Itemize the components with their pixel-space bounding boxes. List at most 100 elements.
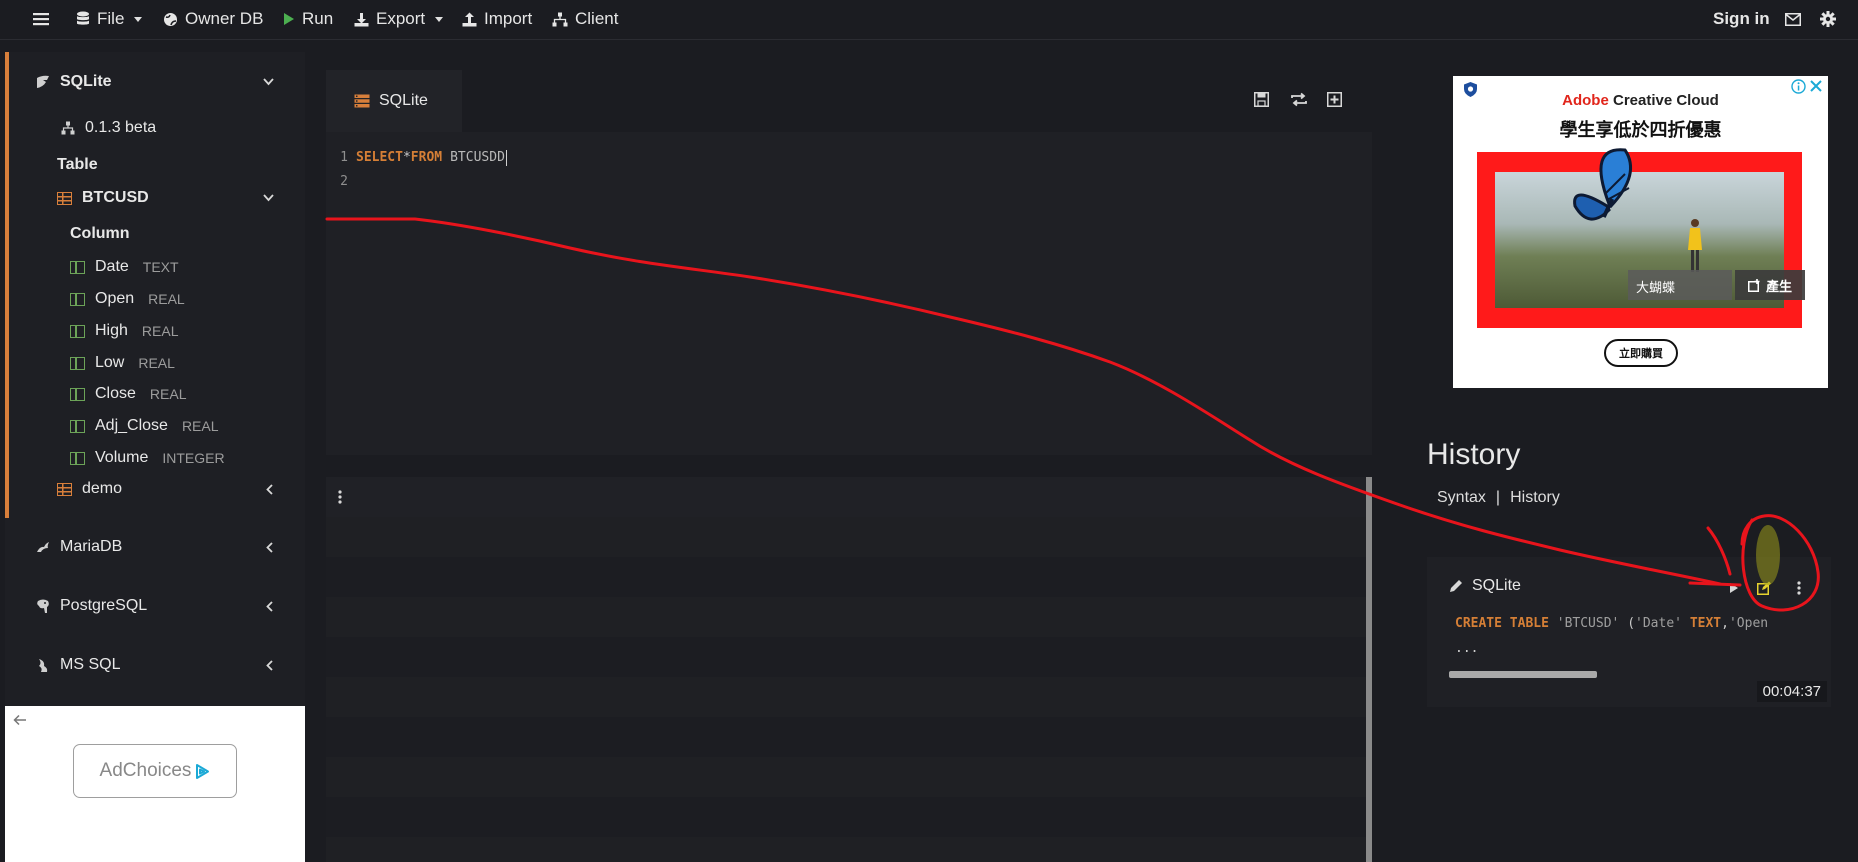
sidebar-item-table-demo[interactable]: demo: [57, 480, 294, 498]
sidebar-item-postgresql[interactable]: PostgreSQL: [36, 597, 294, 615]
sqlite-label: SQLite: [60, 73, 112, 90]
ad-close-icon[interactable]: [1810, 80, 1822, 92]
ad-panel-right[interactable]: Adobe Creative Cloud 學生享低於四折優惠 大蝴蝶 產生 立即…: [1453, 76, 1828, 388]
column-item-volume[interactable]: Volume INTEGER: [70, 449, 225, 467]
column-item-high[interactable]: High REAL: [70, 322, 178, 340]
client-button[interactable]: Client: [552, 8, 618, 30]
history-entry-time: 00:04:37: [1756, 681, 1827, 702]
chevron-down-icon: [435, 16, 444, 22]
edit-icon[interactable]: [1757, 581, 1772, 595]
results-header: [326, 477, 1372, 517]
results-panel: [326, 477, 1372, 862]
feather-icon: [37, 75, 49, 88]
adchoices-button[interactable]: AdChoices: [73, 744, 237, 798]
line-number: 2: [340, 174, 348, 189]
ad-landscape-image: 大蝴蝶 產生: [1495, 148, 1805, 308]
run-button[interactable]: Run: [283, 8, 333, 30]
server-icon: [354, 94, 370, 108]
column-type: REAL: [181, 418, 219, 434]
import-button[interactable]: Import: [462, 8, 532, 30]
sql-keyword: SELECT: [356, 150, 403, 165]
menu-button[interactable]: [33, 8, 49, 30]
history-entry-db: SQLite: [1449, 577, 1521, 595]
save-icon[interactable]: [1254, 92, 1269, 107]
column-icon: [70, 356, 85, 370]
result-row: [326, 597, 1366, 637]
column-name: High: [95, 322, 128, 339]
play-icon[interactable]: [1729, 582, 1739, 594]
column-item-close[interactable]: Close REAL: [70, 385, 186, 403]
tab-sqlite[interactable]: SQLite: [326, 70, 462, 132]
sql-string: 'Open: [1728, 616, 1769, 631]
column-item-date[interactable]: Date TEXT: [70, 258, 179, 276]
file-menu[interactable]: File: [76, 8, 143, 30]
export-menu[interactable]: Export: [354, 8, 444, 30]
adchoices-label: AdChoices: [99, 760, 192, 781]
version-info: 0.1.3 beta: [61, 119, 156, 137]
column-name: Adj_Close: [95, 417, 168, 434]
column-name: Open: [95, 290, 135, 307]
arrow-left-icon[interactable]: [13, 714, 27, 726]
mail-button[interactable]: [1785, 8, 1801, 30]
history-title: History: [1427, 438, 1521, 471]
column-item-adj-close[interactable]: Adj_Close REAL: [70, 417, 219, 435]
pencil-icon: [1450, 580, 1462, 592]
sql-keyword: CREATE TABLE: [1455, 616, 1549, 631]
sql-keyword: FROM: [410, 150, 443, 165]
line-number: 1: [340, 150, 348, 165]
upload-icon: [462, 12, 477, 26]
sql-paren: (: [1627, 616, 1636, 631]
column-name: Low: [95, 354, 125, 371]
refresh-icon[interactable]: [1290, 92, 1308, 107]
ad-headline: 學生享低於四折優惠: [1559, 120, 1722, 140]
table-icon: [57, 482, 72, 496]
active-db-accent-bar: [5, 52, 9, 518]
history-entry-scrollbar[interactable]: [1449, 671, 1597, 678]
vertical-dots-icon[interactable]: [338, 490, 342, 504]
ad-brand-adobe: Adobe: [1562, 92, 1609, 109]
result-row: [326, 517, 1366, 557]
sidebar-item-table-btcusd[interactable]: BTCUSD: [57, 189, 294, 207]
column-type: REAL: [149, 386, 187, 402]
code-line-1[interactable]: 1 SELECT * FROM BTCUSDD: [326, 150, 507, 166]
owner-db-button[interactable]: Owner DB: [163, 8, 263, 30]
butterfly-icon: [1573, 148, 1633, 221]
sidebar-item-mssql[interactable]: MS SQL: [36, 656, 294, 674]
chevron-left-icon: [266, 541, 273, 553]
sidebar-item-sqlite[interactable]: SQLite: [36, 73, 294, 91]
mssql-icon: [39, 658, 48, 672]
ad-generate-button[interactable]: 產生: [1735, 270, 1805, 300]
mssql-label: MS SQL: [60, 656, 121, 673]
code-line-2[interactable]: 2: [326, 174, 356, 189]
column-type: REAL: [148, 291, 185, 307]
tab-syntax[interactable]: Syntax: [1437, 489, 1486, 507]
column-type: REAL: [138, 355, 175, 371]
results-scrollbar[interactable]: [1366, 477, 1372, 862]
tab-history[interactable]: History: [1510, 489, 1560, 507]
column-icon: [70, 387, 85, 401]
history-entry-card: SQLite CREATE TABLE 'BTCUSD' ('Date' TEX…: [1427, 557, 1831, 707]
adchoices-icon: [196, 763, 210, 779]
sign-in-link[interactable]: Sign in: [1713, 8, 1770, 30]
ad-cta-button[interactable]: 立即購買: [1604, 339, 1678, 367]
settings-button[interactable]: [1820, 8, 1836, 30]
sidebar-item-mariadb[interactable]: MariaDB: [36, 538, 294, 556]
column-item-low[interactable]: Low REAL: [70, 354, 175, 372]
ad-brand-product: Creative Cloud: [1612, 92, 1719, 109]
result-row: [326, 837, 1366, 862]
download-icon: [354, 12, 369, 26]
elephant-icon: [37, 599, 49, 613]
column-type: INTEGER: [162, 450, 225, 466]
table-heading: Table: [57, 156, 98, 173]
hamburger-icon: [33, 13, 49, 26]
column-name: Date: [95, 258, 129, 275]
add-icon[interactable]: [1327, 92, 1342, 107]
ad-prompt-input[interactable]: 大蝴蝶: [1628, 270, 1732, 300]
sparkle-edit-icon: [1747, 278, 1760, 292]
owner-db-label: Owner DB: [185, 9, 264, 28]
column-item-open[interactable]: Open REAL: [70, 290, 185, 308]
ad-panel-left: AdChoices: [5, 706, 305, 862]
table-icon: [57, 191, 72, 205]
vertical-dots-icon[interactable]: [1797, 581, 1801, 595]
history-entry-query[interactable]: CREATE TABLE 'BTCUSD' ('Date' TEXT,'Open: [1455, 616, 1825, 631]
